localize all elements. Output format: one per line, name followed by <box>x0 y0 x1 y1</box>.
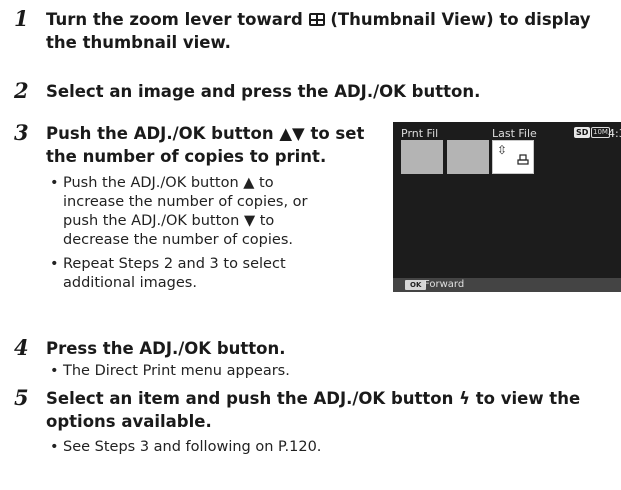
step-number: 1 <box>14 6 29 31</box>
step-4-notes: The Direct Print menu appears. <box>50 362 570 386</box>
step-title: Press the ADJ./OK button. <box>46 339 286 358</box>
list-item: The Direct Print menu appears. <box>50 362 570 381</box>
last-file-label: Last File <box>492 127 537 140</box>
list-item: See Steps 3 and following on P.120. <box>50 438 570 457</box>
step-number: 2 <box>14 78 29 103</box>
thumbnail-view-icon <box>308 13 325 26</box>
step-title: Push the ADJ./OK button ▲▼ to set the nu… <box>46 124 365 166</box>
screen-title: Prnt Fil <box>401 127 439 140</box>
step-number: 5 <box>14 385 29 410</box>
list-item: Push the ADJ./OK button ▲ to increase th… <box>50 174 325 250</box>
up-down-arrow-icon: ⇳ <box>497 143 508 157</box>
sd-card-icon: SD <box>574 127 591 138</box>
print-icon <box>517 154 529 165</box>
step-title: Select an item and push the ADJ./OK butt… <box>46 389 581 431</box>
camera-screen: Prnt Fil Last File SD 10M 4:3 ⇳ OK Forwa… <box>393 122 621 292</box>
screen-header: Prnt Fil Last File SD 10M 4:3 <box>401 127 621 141</box>
step-title: Turn the zoom lever toward (Thumbnail Vi… <box>46 10 591 52</box>
thumbnail-2[interactable] <box>447 140 489 174</box>
aspect-ratio: 4:3 <box>608 127 621 140</box>
step-title: Select an image and press the ADJ./OK bu… <box>46 82 481 101</box>
step-number: 3 <box>14 120 29 145</box>
thumbnail-1[interactable] <box>401 140 443 174</box>
step-3-notes: Push the ADJ./OK button ▲ to increase th… <box>50 174 325 298</box>
list-item: Repeat Steps 2 and 3 to select additiona… <box>50 255 325 293</box>
forward-label: Forward <box>424 279 465 290</box>
thumbnail-selected[interactable]: ⇳ <box>492 140 534 174</box>
step-number: 4 <box>14 335 29 360</box>
step-5-notes: See Steps 3 and following on P.120. <box>50 438 570 462</box>
screen-footer: OK Forward <box>393 278 621 292</box>
